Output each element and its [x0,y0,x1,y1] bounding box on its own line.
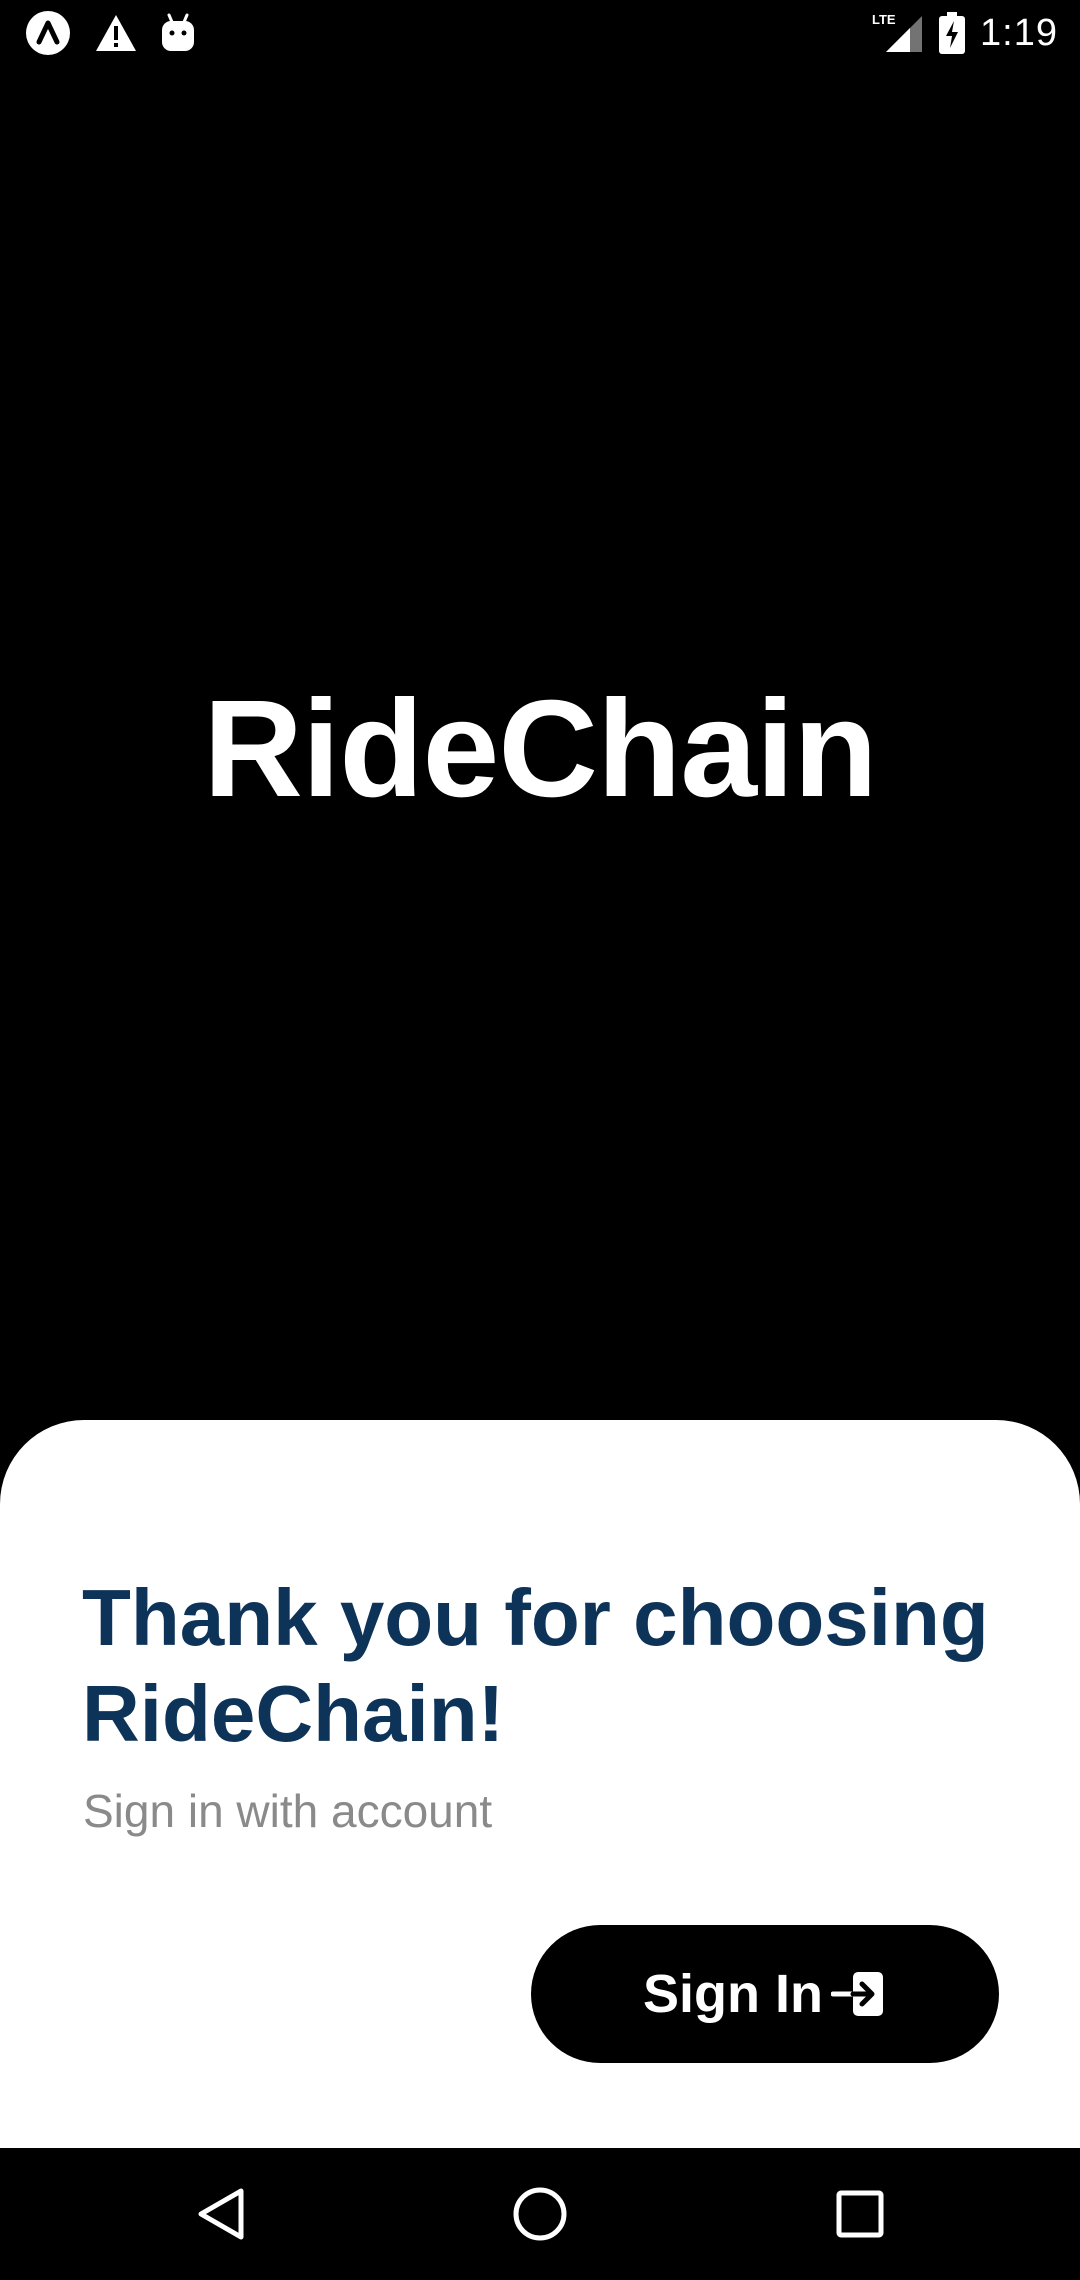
nav-home-button[interactable] [474,2148,606,2280]
status-time: 1:19 [980,11,1058,54]
warning-icon [94,13,138,53]
welcome-title: Thank you for choosing RideChain! [82,1573,989,1758]
back-icon [195,2186,247,2242]
screen: LTE 1:19 RideChain Thank you for choosin… [0,0,1080,2280]
app-brand-title: RideChain [203,672,877,826]
navigation-bar [0,2148,1080,2280]
nav-back-button[interactable] [155,2148,287,2280]
lte-signal-icon: LTE [872,12,924,54]
home-icon [512,2186,568,2242]
status-bar: LTE 1:19 [0,0,1080,66]
nav-recents-button[interactable] [794,2148,926,2280]
svg-text:LTE: LTE [872,12,896,27]
sign-in-button[interactable]: Sign In [531,1925,999,2063]
sign-in-label: Sign In [643,1964,823,2024]
welcome-sheet: Thank you for choosing RideChain! Sign i… [0,1420,1080,2148]
app-notification-icon [24,9,72,57]
android-icon [160,13,196,53]
status-right-icons: LTE 1:19 [872,10,1058,56]
recents-icon [836,2190,884,2238]
status-left-icons [24,10,196,56]
login-arrow-icon [830,1969,887,2019]
battery-charging-icon [938,12,966,54]
welcome-subtitle: Sign in with account [83,1785,493,1837]
